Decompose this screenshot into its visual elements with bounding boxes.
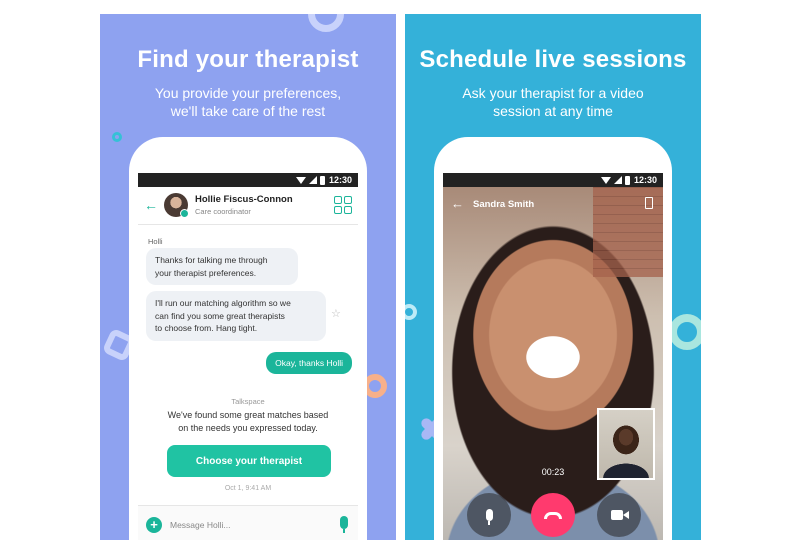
outgoing-message: Okay, thanks Holli	[266, 352, 352, 374]
battery-icon	[319, 175, 325, 185]
decorative-dot	[112, 132, 122, 142]
incoming-message: Thanks for talking me through your thera…	[146, 248, 298, 285]
chat-screen: 12:30 ← Hollie Fiscus-Connon Care coordi…	[138, 173, 358, 540]
left-promo-panel: Find your therapist You provide your pre…	[100, 14, 396, 540]
avatar-status-badge	[180, 209, 189, 218]
battery-icon	[624, 175, 630, 185]
wifi-icon	[600, 176, 611, 184]
add-attachment-icon[interactable]: +	[146, 517, 162, 533]
sender-label: Holli	[148, 237, 163, 246]
system-message: We've found some great matches based on …	[167, 410, 329, 433]
message-composer: +	[138, 505, 358, 540]
system-label: Talkspace	[231, 397, 265, 406]
remote-video-feed: ← Sandra Smith 00:23	[443, 187, 663, 540]
status-time: 12:30	[328, 175, 352, 185]
status-icons	[295, 175, 325, 185]
back-arrow-icon[interactable]: ←	[451, 196, 464, 211]
contact-role: Care coordinator	[195, 207, 251, 216]
back-arrow-icon[interactable]: ←	[144, 197, 158, 213]
video-camera-icon	[610, 510, 629, 520]
status-time: 12:30	[633, 175, 657, 185]
wifi-icon	[295, 176, 306, 184]
signal-icon	[613, 176, 622, 184]
grid-menu-icon[interactable]	[334, 196, 352, 214]
decorative-ring	[308, 14, 344, 32]
phone-mockup-video: 12:30 ← Sandra Smith 00:23	[434, 137, 672, 540]
message-input[interactable]	[170, 518, 320, 532]
switch-camera-icon[interactable]	[645, 197, 653, 209]
call-timer: 00:23	[541, 467, 565, 477]
chat-header: ← Hollie Fiscus-Connon Care coordinator	[138, 187, 358, 225]
left-subline: You provide your preferences, we'll take…	[154, 85, 342, 119]
message-timestamp: Oct 1, 9:41 AM	[224, 485, 272, 492]
star-icon[interactable]: ☆	[331, 307, 341, 320]
right-subline: Ask your therapist for a video session a…	[462, 85, 644, 119]
signal-icon	[308, 176, 317, 184]
decorative-ring	[669, 314, 701, 350]
left-headline: Find your therapist	[137, 46, 359, 73]
end-call-button[interactable]	[531, 493, 575, 537]
right-headline: Schedule live sessions	[419, 46, 687, 73]
phone-mockup-chat: 12:30 ← Hollie Fiscus-Connon Care coordi…	[129, 137, 367, 540]
right-promo-panel: Schedule live sessions Ask your therapis…	[405, 14, 701, 540]
incoming-message: I'll run our matching algorithm so we ca…	[146, 291, 326, 341]
choose-therapist-button[interactable]: Choose your therapist	[167, 445, 331, 477]
microphone-icon	[485, 509, 493, 525]
contact-name: Hollie Fiscus-Connon	[195, 194, 293, 205]
toggle-camera-button[interactable]	[597, 493, 641, 537]
hang-up-icon	[544, 511, 562, 519]
decorative-dot	[405, 304, 417, 320]
status-bar: 12:30	[138, 173, 358, 187]
chat-body: Holli Thanks for talking me through your…	[138, 225, 358, 540]
status-bar: 12:30	[443, 173, 663, 187]
video-call-screen: 12:30 ← Sandra Smith 00:23	[443, 173, 663, 540]
mute-microphone-button[interactable]	[467, 493, 511, 537]
microphone-icon[interactable]	[340, 516, 348, 533]
status-icons	[600, 175, 630, 185]
caller-name: Sandra Smith	[473, 199, 535, 210]
